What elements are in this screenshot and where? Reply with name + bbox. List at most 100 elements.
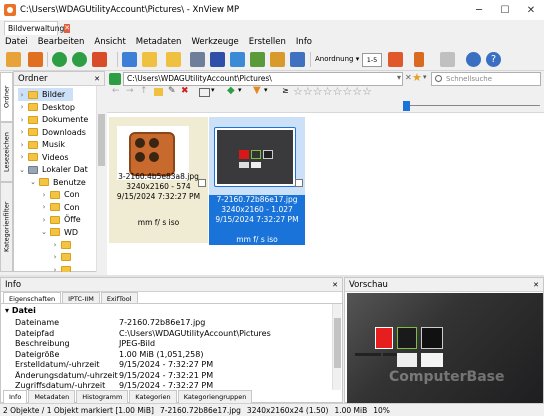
thumb-size-slider-track[interactable]: [410, 105, 540, 106]
tab-info[interactable]: Info: [3, 390, 28, 403]
chevron-down-icon[interactable]: ⌄: [18, 166, 26, 174]
folder-tree-item[interactable]: › Downloads: [18, 126, 86, 139]
panel-close-icon[interactable]: ✕: [94, 75, 100, 83]
star-icon[interactable]: ☆: [362, 86, 372, 98]
tab-metadaten[interactable]: Metadaten: [28, 390, 76, 403]
tab-kategoriengruppen[interactable]: Kategoriengruppen: [177, 390, 253, 403]
arrange-button[interactable]: Anordnung ▾: [315, 55, 359, 63]
vtab-kategorienfilter[interactable]: Kategorienfilter: [0, 182, 13, 272]
folder-tree-item[interactable]: › Bilder: [18, 88, 74, 101]
folder-tree-item[interactable]: ⌄ Lokaler Dat: [18, 163, 88, 176]
chevron-right-icon[interactable]: ›: [18, 141, 26, 149]
batch-icon[interactable]: [290, 52, 305, 67]
menu-metadaten[interactable]: Metadaten: [131, 37, 187, 47]
tag-dropdown-icon[interactable]: ▾: [238, 86, 242, 94]
folder-move-icon[interactable]: [142, 52, 157, 67]
star-icon[interactable]: ☆: [313, 86, 323, 98]
thumbnail-item-selected[interactable]: 7-2160.72b86e17.jpg 3240x2160 - 1.027 9/…: [209, 117, 305, 245]
view-mode-icon[interactable]: [388, 52, 403, 67]
chevron-right-icon[interactable]: ›: [18, 128, 26, 136]
scan-icon[interactable]: [210, 52, 225, 67]
menu-erstellen[interactable]: Erstellen: [244, 37, 291, 47]
chevron-right-icon[interactable]: ›: [18, 153, 26, 161]
tree-scrollbar[interactable]: [96, 86, 105, 272]
folder-copy-icon[interactable]: [166, 52, 181, 67]
rating-operator[interactable]: ≥: [282, 86, 289, 95]
browser-icon[interactable]: [6, 52, 21, 67]
new-folder-icon[interactable]: [154, 88, 163, 96]
folder-tree-item[interactable]: › Desktop: [18, 101, 75, 114]
folder-tree-item[interactable]: › Öffe: [40, 213, 81, 226]
export-icon[interactable]: [270, 52, 285, 67]
filter-dropdown-icon[interactable]: ▾: [264, 86, 268, 94]
favorite-star-icon[interactable]: ★: [412, 71, 422, 84]
help-icon[interactable]: ?: [486, 52, 501, 67]
preview-panel-close-icon[interactable]: ✕: [533, 281, 539, 289]
tag-icon[interactable]: ◆: [227, 85, 235, 96]
tools-icon[interactable]: [92, 52, 107, 67]
info-panel-close-icon[interactable]: ✕: [332, 281, 338, 289]
address-clear-icon[interactable]: ✕: [405, 73, 412, 82]
menu-info[interactable]: Info: [291, 37, 317, 47]
chevron-down-icon[interactable]: ⌄: [29, 178, 37, 186]
properties-section-header[interactable]: ▾ Datei: [5, 306, 36, 315]
settings-gear-icon[interactable]: [466, 52, 481, 67]
delete-icon[interactable]: ✖: [181, 86, 189, 96]
property-row[interactable]: Dateigröße 1.00 MiB (1,051,258): [15, 349, 340, 360]
folder-tree-item[interactable]: ›: [51, 238, 75, 251]
rating-stars[interactable]: ☆ ☆ ☆ ☆ ☆ ☆ ☆ ☆: [293, 86, 372, 98]
star-icon[interactable]: ☆: [333, 86, 343, 98]
chevron-right-icon[interactable]: ›: [18, 103, 26, 111]
forward-arrow-icon[interactable]: →: [126, 86, 134, 96]
image-edit-icon[interactable]: [250, 52, 265, 67]
close-window-button[interactable]: ✕: [518, 0, 544, 20]
address-dropdown-icon[interactable]: ▾: [397, 73, 401, 82]
vtab-lesezeichen[interactable]: Lesezeichen: [0, 122, 13, 182]
star-icon[interactable]: ☆: [352, 86, 362, 98]
chevron-right-icon[interactable]: ›: [51, 241, 59, 249]
quick-search-input[interactable]: Schnellsuche: [431, 72, 541, 86]
address-input[interactable]: C:\Users\WDAGUtilityAccount\Pictures\: [123, 72, 403, 86]
menu-datei[interactable]: Datei: [0, 37, 33, 47]
page-range-button[interactable]: 1-5: [362, 53, 382, 67]
favorite-dropdown-icon[interactable]: ▾: [423, 73, 427, 81]
property-row[interactable]: Dateipfad C:\Users\WDAGUtilityAccount\Pic…: [15, 328, 340, 339]
property-row[interactable]: Beschreibung JPEG-Bild: [15, 338, 340, 349]
star-icon[interactable]: ☆: [303, 86, 313, 98]
folder-tree-item[interactable]: › Con: [40, 188, 80, 201]
refresh-icon[interactable]: [52, 52, 67, 67]
tab-close-icon[interactable]: ✕: [64, 24, 71, 33]
chevron-right-icon[interactable]: ›: [18, 116, 26, 124]
tab-kategorien[interactable]: Kategorien: [129, 390, 177, 403]
chevron-right-icon[interactable]: ›: [40, 191, 48, 199]
menu-werkzeuge[interactable]: Werkzeuge: [186, 37, 243, 47]
chevron-right-icon[interactable]: ›: [51, 266, 59, 273]
menu-bearbeiten[interactable]: Bearbeiten: [33, 37, 90, 47]
folder-tree-item[interactable]: › Musik: [18, 138, 65, 151]
chevron-right-icon[interactable]: ›: [40, 203, 48, 211]
properties-scrollbar[interactable]: [332, 304, 341, 390]
tree-scroll-thumb[interactable]: [98, 114, 105, 166]
chevron-right-icon[interactable]: ›: [40, 216, 48, 224]
folder-tree-item[interactable]: ⌄ WD: [40, 226, 78, 239]
slideshow-icon[interactable]: [230, 52, 245, 67]
star-icon[interactable]: ☆: [323, 86, 333, 98]
tab-histogramm[interactable]: Histogramm: [76, 390, 129, 403]
layout-icon[interactable]: [440, 52, 455, 67]
star-icon[interactable]: ☆: [342, 86, 352, 98]
folder-tree-item[interactable]: ⌄ Benutze: [29, 176, 86, 189]
star-icon[interactable]: ☆: [293, 86, 303, 98]
fullscreen-icon[interactable]: [28, 52, 43, 67]
property-row[interactable]: Dateiname 7-2160.72b86e17.jpg: [15, 317, 340, 328]
open-icon[interactable]: [122, 52, 137, 67]
thumbnail-item[interactable]: 3-2160.4b5e83a8.jpg 3240x2160 - 574 9/15…: [109, 117, 208, 243]
back-arrow-icon[interactable]: ←: [112, 86, 120, 96]
tab-bildverwaltung[interactable]: Bildverwaltung ✕: [4, 21, 71, 35]
folder-tree-item[interactable]: › Dokumente: [18, 113, 89, 126]
thumb-size-slider-handle[interactable]: [403, 101, 410, 111]
print-icon[interactable]: [190, 52, 205, 67]
folder-tree-item[interactable]: ›: [51, 251, 75, 264]
up-arrow-icon[interactable]: ↑: [140, 86, 148, 96]
property-row[interactable]: Änderungsdatum/-uhrzeit 9/15/2024 - 7:32:…: [15, 370, 340, 381]
properties-scroll-thumb[interactable]: [334, 318, 341, 368]
